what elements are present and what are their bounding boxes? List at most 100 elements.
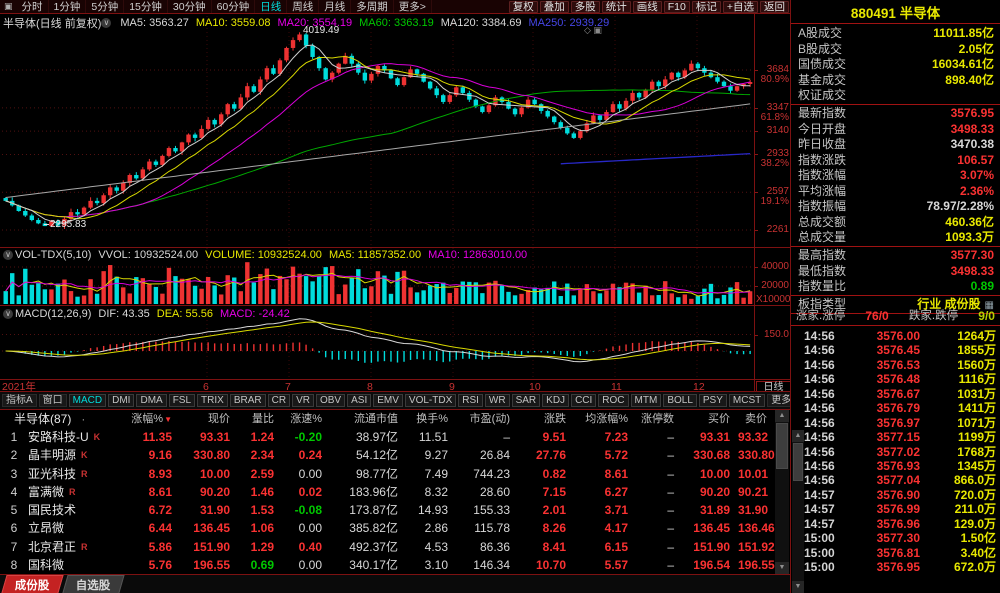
table-row-国民技术[interactable]: 5国民技术6.7231.901.53-0.08173.87亿14.93155.3… bbox=[0, 501, 790, 519]
indicator-tab-OBV[interactable]: OBV bbox=[316, 394, 345, 407]
action-button-多股[interactable]: 多股 bbox=[571, 1, 600, 13]
macd-collapse-icon[interactable]: ∨ bbox=[3, 309, 13, 319]
table-row-立昂微[interactable]: 6立昂微6.44136.451.060.00385.82亿2.86115.788… bbox=[0, 519, 790, 537]
period-button-15分钟[interactable]: 15分钟 bbox=[124, 0, 168, 14]
indicator-tab-KDJ[interactable]: KDJ bbox=[542, 394, 569, 407]
cell-换手%: 3.10 bbox=[406, 556, 456, 574]
indicator-group-指标A[interactable]: 指标A bbox=[2, 394, 37, 407]
cell-涨速%: 0.00 bbox=[282, 556, 330, 574]
period-button-周线[interactable]: 周线 bbox=[287, 0, 319, 14]
column-header-涨幅%[interactable]: 涨幅%▼ bbox=[126, 410, 180, 429]
column-header-卖价[interactable]: 卖价 bbox=[738, 410, 775, 428]
indicator-tab-ROC[interactable]: ROC bbox=[598, 394, 628, 407]
indicator-tab-WR[interactable]: WR bbox=[485, 394, 510, 407]
period-button-30分钟[interactable]: 30分钟 bbox=[168, 0, 212, 14]
tick-field: 3576.90 bbox=[848, 488, 920, 502]
tick-row: 14:563576.671031万 bbox=[791, 387, 1000, 401]
indicator-group-窗口[interactable]: 窗口 bbox=[39, 394, 67, 407]
table-menu-dot: · bbox=[81, 412, 85, 426]
panel-divider bbox=[791, 104, 1000, 105]
bottom-tab-自选股[interactable]: 自选股 bbox=[62, 575, 124, 593]
period-button-月线[interactable]: 月线 bbox=[319, 0, 351, 14]
indicator-tab-CCI[interactable]: CCI bbox=[571, 394, 596, 407]
table-row-北京君正[interactable]: 7北京君正R5.86151.901.290.40492.37亿4.5386.36… bbox=[0, 538, 790, 556]
collapse-icon[interactable]: ∨ bbox=[101, 18, 111, 28]
column-header-换手%[interactable]: 换手% bbox=[406, 410, 456, 428]
indicator-tab-CR[interactable]: CR bbox=[268, 394, 290, 407]
scrollbar-thumb[interactable] bbox=[776, 423, 788, 469]
column-header-现价[interactable]: 现价 bbox=[180, 410, 238, 428]
period-button-多周期[interactable]: 多周期 bbox=[351, 0, 394, 14]
indicator-tab-BRAR[interactable]: BRAR bbox=[230, 394, 266, 407]
tick-scrollbar[interactable]: ▲ ▼ bbox=[792, 430, 804, 593]
scrollbar-thumb[interactable] bbox=[793, 443, 803, 481]
table-row-富满微[interactable]: 4富满微R8.6190.201.460.02183.96亿8.3228.607.… bbox=[0, 483, 790, 501]
column-header-涨速%[interactable]: 涨速% bbox=[282, 410, 330, 428]
column-header-市盈(动)[interactable]: 市盈(动) bbox=[456, 410, 518, 428]
tick-field: 720.0万 bbox=[920, 488, 996, 502]
bottom-tab-成份股[interactable]: 成份股 bbox=[1, 575, 63, 593]
tick-field: 1855万 bbox=[920, 343, 996, 357]
column-header-涨跌[interactable]: 涨跌 bbox=[518, 410, 574, 428]
scroll-down-icon[interactable]: ▼ bbox=[792, 581, 804, 593]
indicator-tab-MACD[interactable]: MACD bbox=[69, 394, 106, 407]
table-row-安路科技-U[interactable]: 1安路科技-UK11.3593.311.24-0.2038.97亿11.51–9… bbox=[0, 428, 790, 446]
indicator-tab-PSY[interactable]: PSY bbox=[699, 394, 727, 407]
action-button-+自选[interactable]: +自选 bbox=[723, 1, 758, 13]
row-rank: 6 bbox=[0, 519, 28, 537]
vol-collapse-icon[interactable]: ∨ bbox=[3, 250, 13, 260]
indicator-tab-EMV[interactable]: EMV bbox=[373, 394, 403, 407]
scroll-up-icon[interactable]: ▲ bbox=[775, 410, 789, 422]
indicator-tab-SAR[interactable]: SAR bbox=[512, 394, 541, 407]
indicator-tab-ASI[interactable]: ASI bbox=[347, 394, 371, 407]
vvol-label: VVOL: 10932524.00 bbox=[98, 249, 198, 261]
scroll-up-icon[interactable]: ▲ bbox=[792, 430, 804, 442]
period-button-1分钟[interactable]: 1分钟 bbox=[49, 0, 87, 14]
action-button-叠加[interactable]: 叠加 bbox=[540, 1, 569, 13]
action-button-返回[interactable]: 返回 bbox=[760, 1, 789, 13]
table-row-亚光科技[interactable]: 3亚光科技R8.9310.002.590.0098.77亿7.49744.230… bbox=[0, 465, 790, 483]
advance-decline-row: 涨家.涨停 76/0 跌家.跌停 9/0 bbox=[791, 309, 1000, 324]
cell-量比: 0.69 bbox=[238, 556, 282, 574]
column-header-涨停数[interactable]: 涨停数 bbox=[636, 410, 682, 428]
indicator-tab-MCST[interactable]: MCST bbox=[729, 394, 765, 407]
window-icon[interactable]: ▣ bbox=[0, 1, 17, 12]
indicator-tab-DMA[interactable]: DMA bbox=[136, 394, 166, 407]
period-button-日线[interactable]: 日线 bbox=[255, 0, 287, 14]
period-button-分时[interactable]: 分时 bbox=[17, 0, 49, 14]
panel-divider bbox=[791, 23, 1000, 24]
column-header-均涨幅%[interactable]: 均涨幅% bbox=[574, 410, 636, 428]
action-button-复权[interactable]: 复权 bbox=[509, 1, 538, 13]
pane-border bbox=[0, 13, 790, 14]
action-button-标记[interactable]: 标记 bbox=[692, 1, 721, 13]
cell-涨跌: 8.41 bbox=[518, 538, 574, 556]
cell-涨跌: 8.26 bbox=[518, 519, 574, 537]
cell-涨停数: – bbox=[636, 465, 682, 483]
period-button-5分钟[interactable]: 5分钟 bbox=[86, 0, 124, 14]
action-button-统计[interactable]: 统计 bbox=[602, 1, 631, 13]
indicator-tab-FSL[interactable]: FSL bbox=[169, 394, 195, 407]
table-scrollbar[interactable]: ▲ ▼ bbox=[775, 410, 789, 574]
period-button-60分钟[interactable]: 60分钟 bbox=[212, 0, 256, 14]
indicator-tab-DMI[interactable]: DMI bbox=[108, 394, 134, 407]
indicator-tab-RSI[interactable]: RSI bbox=[458, 394, 483, 407]
indicator-tab-VOL-TDX[interactable]: VOL-TDX bbox=[405, 394, 456, 407]
stat-label: A股成交 bbox=[798, 26, 842, 42]
column-header-流通市值[interactable]: 流通市值 bbox=[330, 410, 406, 428]
action-button-F10[interactable]: F10 bbox=[664, 1, 690, 13]
period-button-更多>[interactable]: 更多> bbox=[394, 0, 432, 14]
pane-window-icons[interactable]: ◇ ▣ bbox=[584, 25, 602, 35]
cell-市盈(动): 28.60 bbox=[456, 483, 518, 501]
table-row-晶丰明源[interactable]: 2晶丰明源K9.16330.802.340.2454.12亿9.2726.842… bbox=[0, 446, 790, 464]
table-row-国科微[interactable]: 8国科微5.76196.550.690.00340.17亿3.10146.341… bbox=[0, 556, 790, 574]
candlestick-chart[interactable] bbox=[0, 14, 790, 380]
stat-value: 16034.61亿 bbox=[932, 57, 994, 73]
column-header-买价[interactable]: 买价 bbox=[682, 410, 738, 428]
scroll-down-icon[interactable]: ▼ bbox=[775, 562, 789, 574]
indicator-tab-BOLL[interactable]: BOLL bbox=[663, 394, 697, 407]
indicator-tab-MTM[interactable]: MTM bbox=[631, 394, 662, 407]
indicator-tab-VR[interactable]: VR bbox=[292, 394, 314, 407]
indicator-tab-TRIX[interactable]: TRIX bbox=[197, 394, 228, 407]
column-header-量比[interactable]: 量比 bbox=[238, 410, 282, 428]
action-button-画线[interactable]: 画线 bbox=[633, 1, 662, 13]
